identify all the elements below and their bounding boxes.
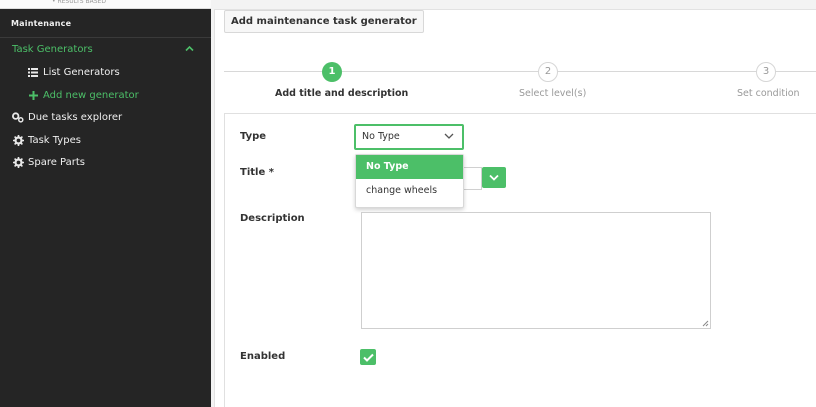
- sidebar-item-due-tasks-explorer[interactable]: Due tasks explorer: [0, 107, 211, 127]
- description-textarea[interactable]: [361, 212, 711, 329]
- stepper-line: [224, 71, 816, 72]
- title-label: Title *: [240, 167, 274, 178]
- gears-icon: [12, 111, 24, 123]
- step-3-label[interactable]: Set condition: [737, 88, 800, 99]
- type-select-value: No Type: [362, 131, 400, 142]
- step-1-label[interactable]: Add title and description: [275, 88, 408, 99]
- sidebar-top-cut-text: • RESULTS BASED: [52, 0, 106, 5]
- type-option-no-type[interactable]: No Type: [356, 155, 463, 179]
- step-2-circle[interactable]: 2: [538, 62, 558, 82]
- sidebar-item-list-generators[interactable]: List Generators: [0, 62, 211, 82]
- type-dropdown-menu: No Type change wheels: [355, 154, 464, 208]
- sidebar-item-label: Add new generator: [43, 89, 139, 101]
- sidebar-item-label: Due tasks explorer: [28, 111, 123, 123]
- sidebar-item-spare-parts[interactable]: Spare Parts: [0, 152, 211, 172]
- sidebar-item-label: Task Generators: [12, 43, 93, 55]
- step-3-circle[interactable]: 3: [756, 62, 776, 82]
- page-title: Add maintenance task generator: [224, 10, 424, 33]
- sidebar-item-label: Task Types: [28, 134, 81, 146]
- sidebar-section-title: Maintenance: [0, 9, 211, 38]
- sidebar-item-label: List Generators: [43, 66, 120, 78]
- enabled-checkbox[interactable]: [360, 349, 376, 365]
- chevron-down-icon: [444, 133, 454, 139]
- list-icon: [27, 66, 39, 78]
- gear-icon: [12, 134, 24, 146]
- description-label: Description: [240, 213, 305, 224]
- step-1-circle[interactable]: 1: [322, 62, 342, 82]
- type-select[interactable]: No Type: [354, 124, 464, 150]
- gear-icon: [12, 156, 24, 168]
- sidebar-item-task-types[interactable]: Task Types: [0, 130, 211, 150]
- chevron-up-icon: [185, 45, 194, 52]
- resize-grip-icon[interactable]: [701, 319, 709, 327]
- sidebar-top-strip: • RESULTS BASED: [0, 0, 211, 9]
- chevron-down-icon: [489, 174, 499, 181]
- sidebar-item-add-new-generator[interactable]: Add new generator: [0, 85, 211, 105]
- enabled-label: Enabled: [240, 351, 286, 362]
- checkmark-icon: [362, 353, 374, 362]
- type-option-change-wheels[interactable]: change wheels: [356, 179, 463, 203]
- sidebar-item-label: Spare Parts: [28, 156, 85, 168]
- sidebar-item-task-generators[interactable]: Task Generators: [0, 39, 211, 59]
- type-label: Type: [240, 131, 267, 142]
- sidebar: • RESULTS BASED Maintenance Task Generat…: [0, 0, 211, 407]
- step-2-label[interactable]: Select level(s): [519, 88, 586, 99]
- plus-icon: [27, 89, 39, 101]
- title-dropdown-button[interactable]: [482, 167, 506, 188]
